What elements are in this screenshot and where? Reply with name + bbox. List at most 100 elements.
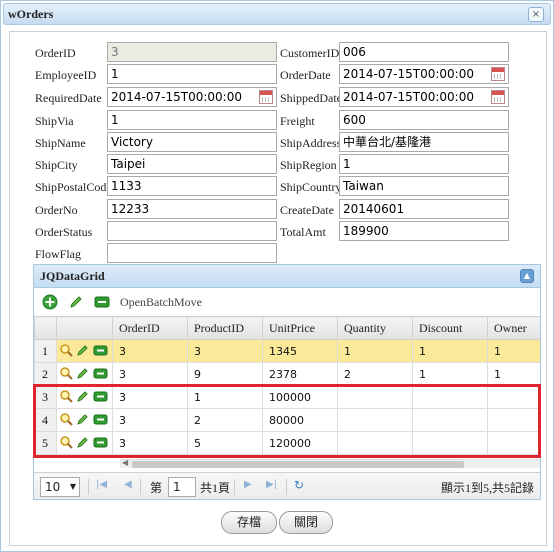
calendar-icon[interactable] bbox=[491, 90, 505, 104]
close-button[interactable]: 關閉 bbox=[279, 511, 333, 534]
table-cell[interactable]: 1 bbox=[412, 339, 488, 363]
calendar-icon[interactable] bbox=[259, 90, 273, 104]
table-cell[interactable]: 1 bbox=[187, 385, 263, 409]
table-cell[interactable]: 9 bbox=[187, 362, 263, 386]
required-date-field[interactable]: 2014-07-15T00:00:00 bbox=[107, 87, 277, 107]
column-header[interactable]: UnitPrice bbox=[262, 316, 338, 340]
table-cell[interactable] bbox=[412, 385, 488, 409]
delete-icon[interactable] bbox=[93, 390, 108, 406]
edit-icon[interactable] bbox=[76, 343, 90, 360]
first-page-icon[interactable]: |◀ bbox=[96, 479, 107, 490]
column-header[interactable]: Quantity bbox=[337, 316, 413, 340]
table-cell[interactable] bbox=[337, 408, 413, 432]
dialog-titlebar[interactable]: wOrders × bbox=[3, 3, 551, 25]
table-cell[interactable] bbox=[412, 431, 488, 455]
column-header[interactable]: OrderID bbox=[112, 316, 188, 340]
next-page-icon[interactable]: ▶ bbox=[244, 479, 252, 490]
table-cell[interactable]: 1 bbox=[487, 362, 540, 386]
shipped-date-value: 2014-07-15T00:00:00 bbox=[343, 90, 474, 104]
column-header[interactable]: Discount bbox=[412, 316, 488, 340]
collapse-icon[interactable]: ▲ bbox=[520, 269, 534, 283]
prev-page-icon[interactable]: ◀ bbox=[124, 479, 132, 490]
table-row[interactable]: 3 3 1 100000 bbox=[34, 385, 540, 409]
table-cell[interactable]: 1 bbox=[337, 339, 413, 363]
open-batch-move-button[interactable]: OpenBatchMove bbox=[120, 295, 202, 310]
table-row[interactable]: 1 3 3 1345 1 1 1 bbox=[34, 339, 540, 363]
customer-id-label: CustomerID bbox=[280, 46, 340, 60]
view-icon[interactable] bbox=[59, 412, 73, 429]
table-cell[interactable]: 1 bbox=[412, 362, 488, 386]
create-date-field[interactable]: 20140601 bbox=[339, 199, 509, 219]
table-cell[interactable]: 2 bbox=[187, 408, 263, 432]
ship-address-field[interactable]: 中華台北/基隆港 bbox=[339, 132, 509, 152]
edit-icon[interactable] bbox=[68, 294, 84, 314]
refresh-icon[interactable]: ↻ bbox=[294, 478, 304, 492]
freight-field[interactable]: 600 bbox=[339, 110, 509, 130]
scroll-left-icon[interactable]: ◀ bbox=[122, 458, 128, 467]
close-icon[interactable]: × bbox=[528, 7, 544, 22]
table-cell[interactable]: 1 bbox=[487, 339, 540, 363]
table-row[interactable]: 2 3 9 2378 2 1 1 bbox=[34, 362, 540, 386]
pager-info: 顯示1到5,共5記錄 bbox=[440, 481, 534, 495]
table-row[interactable]: 4 3 2 80000 bbox=[34, 408, 540, 432]
ship-via-field[interactable]: 1 bbox=[107, 110, 277, 130]
page-size-select[interactable]: 10 ▼ bbox=[40, 477, 80, 497]
delete-icon[interactable] bbox=[93, 413, 108, 429]
table-cell[interactable] bbox=[487, 385, 540, 409]
table-cell[interactable] bbox=[487, 408, 540, 432]
order-no-field[interactable]: 12233 bbox=[107, 199, 277, 219]
save-button[interactable]: 存檔 bbox=[221, 511, 277, 534]
scrollbar-thumb[interactable] bbox=[132, 461, 464, 468]
last-page-icon[interactable]: ▶| bbox=[266, 479, 277, 490]
ship-region-field[interactable]: 1 bbox=[339, 154, 509, 174]
table-cell[interactable]: 3 bbox=[112, 431, 188, 455]
table-row[interactable]: 5 3 5 120000 bbox=[34, 431, 540, 455]
edit-icon[interactable] bbox=[76, 366, 90, 383]
table-cell[interactable]: 3 bbox=[112, 339, 188, 363]
table-cell[interactable] bbox=[337, 385, 413, 409]
customer-id-field[interactable]: 006 bbox=[339, 42, 509, 62]
row-number: 1 bbox=[34, 339, 57, 363]
table-cell[interactable]: 5 bbox=[187, 431, 263, 455]
total-amt-field[interactable]: 189900 bbox=[339, 221, 509, 241]
view-icon[interactable] bbox=[59, 389, 73, 406]
table-cell[interactable]: 80000 bbox=[262, 408, 338, 432]
ship-country-field[interactable]: Taiwan bbox=[339, 176, 509, 196]
edit-icon[interactable] bbox=[76, 435, 90, 452]
edit-icon[interactable] bbox=[76, 389, 90, 406]
horizontal-scrollbar[interactable]: ◀ bbox=[120, 458, 540, 468]
view-icon[interactable] bbox=[59, 435, 73, 452]
table-cell[interactable]: 2378 bbox=[262, 362, 338, 386]
page-number-input[interactable]: 1 bbox=[168, 477, 196, 497]
view-icon[interactable] bbox=[59, 343, 73, 360]
delete-icon[interactable] bbox=[94, 295, 110, 313]
column-header[interactable]: Owner bbox=[487, 316, 540, 340]
calendar-icon[interactable] bbox=[491, 67, 505, 81]
flow-flag-field[interactable] bbox=[107, 243, 277, 263]
ship-name-field[interactable]: Victory bbox=[107, 132, 277, 152]
delete-icon[interactable] bbox=[93, 344, 108, 360]
table-cell[interactable]: 100000 bbox=[262, 385, 338, 409]
add-icon[interactable] bbox=[42, 294, 58, 314]
view-icon[interactable] bbox=[59, 366, 73, 383]
order-date-field[interactable]: 2014-07-15T00:00:00 bbox=[339, 64, 509, 84]
table-cell[interactable]: 120000 bbox=[262, 431, 338, 455]
table-cell[interactable]: 3 bbox=[112, 362, 188, 386]
table-cell[interactable]: 1345 bbox=[262, 339, 338, 363]
table-cell[interactable] bbox=[337, 431, 413, 455]
delete-icon[interactable] bbox=[93, 436, 108, 452]
employee-id-field[interactable]: 1 bbox=[107, 64, 277, 84]
ship-postal-code-field[interactable]: 1133 bbox=[107, 176, 277, 196]
delete-icon[interactable] bbox=[93, 367, 108, 383]
table-cell[interactable] bbox=[487, 431, 540, 455]
table-cell[interactable]: 3 bbox=[112, 408, 188, 432]
table-cell[interactable] bbox=[412, 408, 488, 432]
table-cell[interactable]: 3 bbox=[112, 385, 188, 409]
table-cell[interactable]: 2 bbox=[337, 362, 413, 386]
table-cell[interactable]: 3 bbox=[187, 339, 263, 363]
edit-icon[interactable] bbox=[76, 412, 90, 429]
column-header[interactable]: ProductID bbox=[187, 316, 263, 340]
order-status-field[interactable] bbox=[107, 221, 277, 241]
shipped-date-field[interactable]: 2014-07-15T00:00:00 bbox=[339, 87, 509, 107]
ship-city-field[interactable]: Taipei bbox=[107, 154, 277, 174]
